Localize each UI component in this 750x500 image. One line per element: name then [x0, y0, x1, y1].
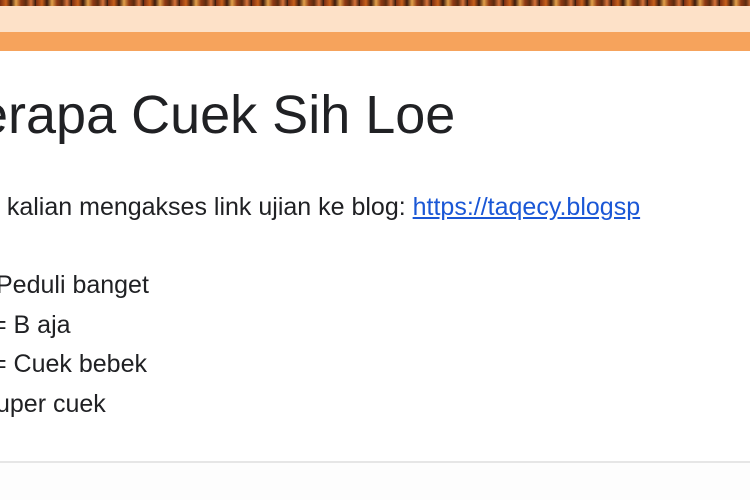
option-item-1: Peduli banget	[0, 271, 149, 299]
card-bottom-border	[0, 461, 750, 500]
option-item-2: = B aja	[0, 311, 71, 339]
description-text: n kalian mengakses link ujian ke blog:	[0, 193, 413, 221]
blog-link[interactable]: https://taqecy.blogsp	[413, 193, 640, 221]
option-item-4: uper cuek	[0, 390, 106, 418]
form-title: erapa Cuek Sih Loe	[0, 85, 456, 145]
form-description: n kalian mengakses link ujian ke blog: h…	[0, 192, 640, 222]
option-item-3: = Cuek bebek	[0, 350, 147, 378]
form-page: erapa Cuek Sih Loe n kalian mengakses li…	[0, 0, 750, 500]
form-accent-bar	[0, 32, 750, 51]
header-background	[0, 6, 750, 32]
